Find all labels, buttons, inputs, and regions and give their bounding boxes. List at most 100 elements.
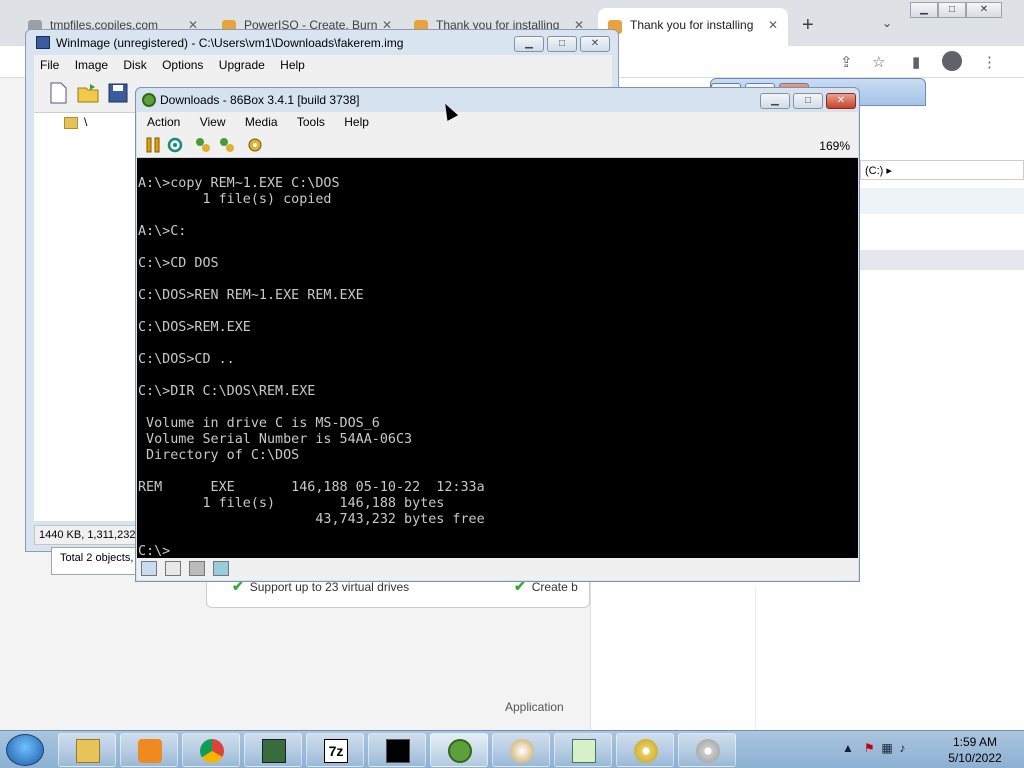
ctrl-alt-del-icon[interactable]	[195, 137, 211, 153]
clock-date: 5/10/2022	[948, 751, 1002, 765]
ctrl-alt-esc-icon[interactable]	[219, 137, 235, 153]
profile-avatar-icon[interactable]	[942, 51, 962, 71]
new-tab-button[interactable]: +	[802, 14, 814, 37]
hard-disk-icon[interactable]	[165, 561, 181, 576]
menu-tools[interactable]: Tools	[287, 112, 331, 129]
86box-statusbar	[137, 558, 858, 580]
7zip-icon: 7z	[324, 739, 348, 763]
chrome-menu-icon[interactable]: ⋮	[982, 53, 997, 71]
menu-help[interactable]: Help	[274, 55, 311, 72]
86box-toolbar: 169%	[137, 132, 858, 158]
winimage-icon	[262, 739, 286, 763]
menu-action[interactable]: Action	[137, 112, 186, 129]
zoom-level: 169%	[819, 139, 850, 153]
taskbar-disc[interactable]	[678, 733, 736, 767]
86box-app-icon	[142, 93, 156, 107]
menu-disk[interactable]: Disk	[117, 55, 152, 72]
open-folder-icon[interactable]	[76, 81, 100, 105]
86box-minimize-button[interactable]: ▁	[760, 93, 790, 109]
taskbar: 7z ▲ ⚑ ▦ ♪ 1:59 AM 5/10/2022	[0, 730, 1024, 768]
tree-root-label[interactable]: \	[84, 115, 87, 129]
chrome-close-button[interactable]: ✕	[966, 2, 1002, 18]
menu-view[interactable]: View	[190, 112, 232, 129]
share-icon[interactable]: ⇪	[840, 53, 853, 71]
paint-icon	[510, 739, 534, 763]
volume-icon[interactable]: ♪	[899, 741, 905, 755]
taskbar-explorer[interactable]	[58, 733, 116, 767]
sound-icon[interactable]	[213, 561, 229, 576]
86box-close-button[interactable]: ✕	[826, 93, 856, 109]
taskbar-7zip[interactable]: 7z	[306, 733, 364, 767]
taskbar-poweriso[interactable]	[616, 733, 674, 767]
taskbar-clock[interactable]: 1:59 AM 5/10/2022	[942, 734, 1008, 766]
floppy-icon	[36, 36, 50, 49]
clock-time: 1:59 AM	[952, 735, 998, 749]
floppy-drive-icon[interactable]	[141, 561, 157, 576]
system-tray: ▲ ⚑ ▦ ♪	[842, 741, 905, 755]
action-center-flag-icon[interactable]: ⚑	[864, 741, 875, 755]
taskbar-winimage[interactable]	[244, 733, 302, 767]
86box-icon	[448, 739, 472, 763]
menu-upgrade[interactable]: Upgrade	[213, 55, 271, 72]
taskbar-cmd[interactable]	[368, 733, 426, 767]
taskbar-86box[interactable]	[430, 733, 488, 767]
taskbar-paint[interactable]	[492, 733, 550, 767]
chrome-tab-thankyou-active[interactable]: Thank you for installing ✕	[598, 8, 788, 46]
explorer-icon	[76, 739, 100, 763]
media-player-icon	[138, 739, 162, 763]
explorer-header-bar	[860, 188, 1024, 214]
winimage-title: WinImage (unregistered) - C:\Users\vm1\D…	[56, 36, 404, 50]
address-text: (C:)	[865, 165, 884, 177]
cmd-icon	[386, 739, 410, 763]
chrome-maximize-button[interactable]: □	[938, 2, 966, 18]
winimage-minimize-button[interactable]: ▁	[514, 36, 544, 52]
emulator-screen[interactable]: A:\>copy REM~1.EXE C:\DOS 1 file(s) copi…	[137, 158, 858, 558]
taskbar-notepad[interactable]	[554, 733, 612, 767]
menu-file[interactable]: File	[34, 55, 65, 72]
side-panel-icon[interactable]: ▮	[912, 53, 920, 71]
application-label: Application	[505, 700, 564, 714]
notepad-icon	[572, 739, 596, 763]
winimage-titlebar: WinImage (unregistered) - C:\Users\vm1\D…	[36, 36, 403, 50]
menu-options[interactable]: Options	[156, 55, 209, 72]
poweriso-status-text: Total 2 objects, 1	[51, 547, 147, 575]
explorer-column-header	[860, 250, 1024, 270]
tab-title: Thank you for installing	[630, 18, 754, 32]
disc-icon	[696, 739, 720, 763]
winimage-status-bar: 1440 KB, 1,311,232	[34, 525, 144, 545]
show-hidden-icons-icon[interactable]: ▲	[842, 741, 854, 755]
feature-text: Create b	[531, 580, 578, 594]
menu-media[interactable]: Media	[235, 112, 284, 129]
86box-menubar: Action View Media Tools Help	[137, 112, 858, 132]
menu-image[interactable]: Image	[69, 55, 114, 72]
new-file-icon[interactable]	[46, 81, 70, 105]
bookmark-star-icon[interactable]: ☆	[872, 53, 885, 71]
poweriso-icon	[634, 739, 658, 763]
winimage-menubar: File Image Disk Options Upgrade Help	[34, 55, 612, 75]
reset-icon[interactable]	[167, 137, 183, 153]
settings-icon[interactable]	[247, 137, 263, 153]
winimage-maximize-button[interactable]: □	[547, 36, 577, 52]
start-button[interactable]	[6, 734, 44, 766]
taskbar-media-player[interactable]	[120, 733, 178, 767]
dos-console-output: A:\>copy REM~1.EXE C:\DOS 1 file(s) copi…	[138, 176, 485, 558]
86box-title: Downloads - 86Box 3.4.1 [build 3738]	[160, 93, 360, 107]
pause-icon[interactable]	[145, 137, 161, 153]
tab-close-icon[interactable]: ✕	[768, 18, 778, 32]
network-icon[interactable]	[189, 561, 205, 576]
winimage-close-button[interactable]: ✕	[580, 36, 610, 52]
network-icon[interactable]: ▦	[881, 741, 892, 755]
feature-text: Support up to 23 virtual drives	[249, 580, 410, 594]
86box-maximize-button[interactable]: □	[793, 93, 823, 109]
tab-search-chevron-icon[interactable]: ⌄	[882, 16, 892, 30]
chrome-icon	[200, 739, 224, 763]
column-divider	[755, 588, 756, 730]
menu-help[interactable]: Help	[334, 112, 375, 129]
chrome-minimize-button[interactable]: ▁	[910, 2, 938, 18]
save-icon[interactable]	[106, 81, 130, 105]
explorer-address-bar[interactable]: (C:) ▸	[860, 160, 1024, 180]
chevron-right-icon: ▸	[886, 165, 892, 177]
folder-icon	[64, 117, 78, 129]
taskbar-chrome[interactable]	[182, 733, 240, 767]
86box-titlebar: Downloads - 86Box 3.4.1 [build 3738]	[142, 93, 359, 107]
